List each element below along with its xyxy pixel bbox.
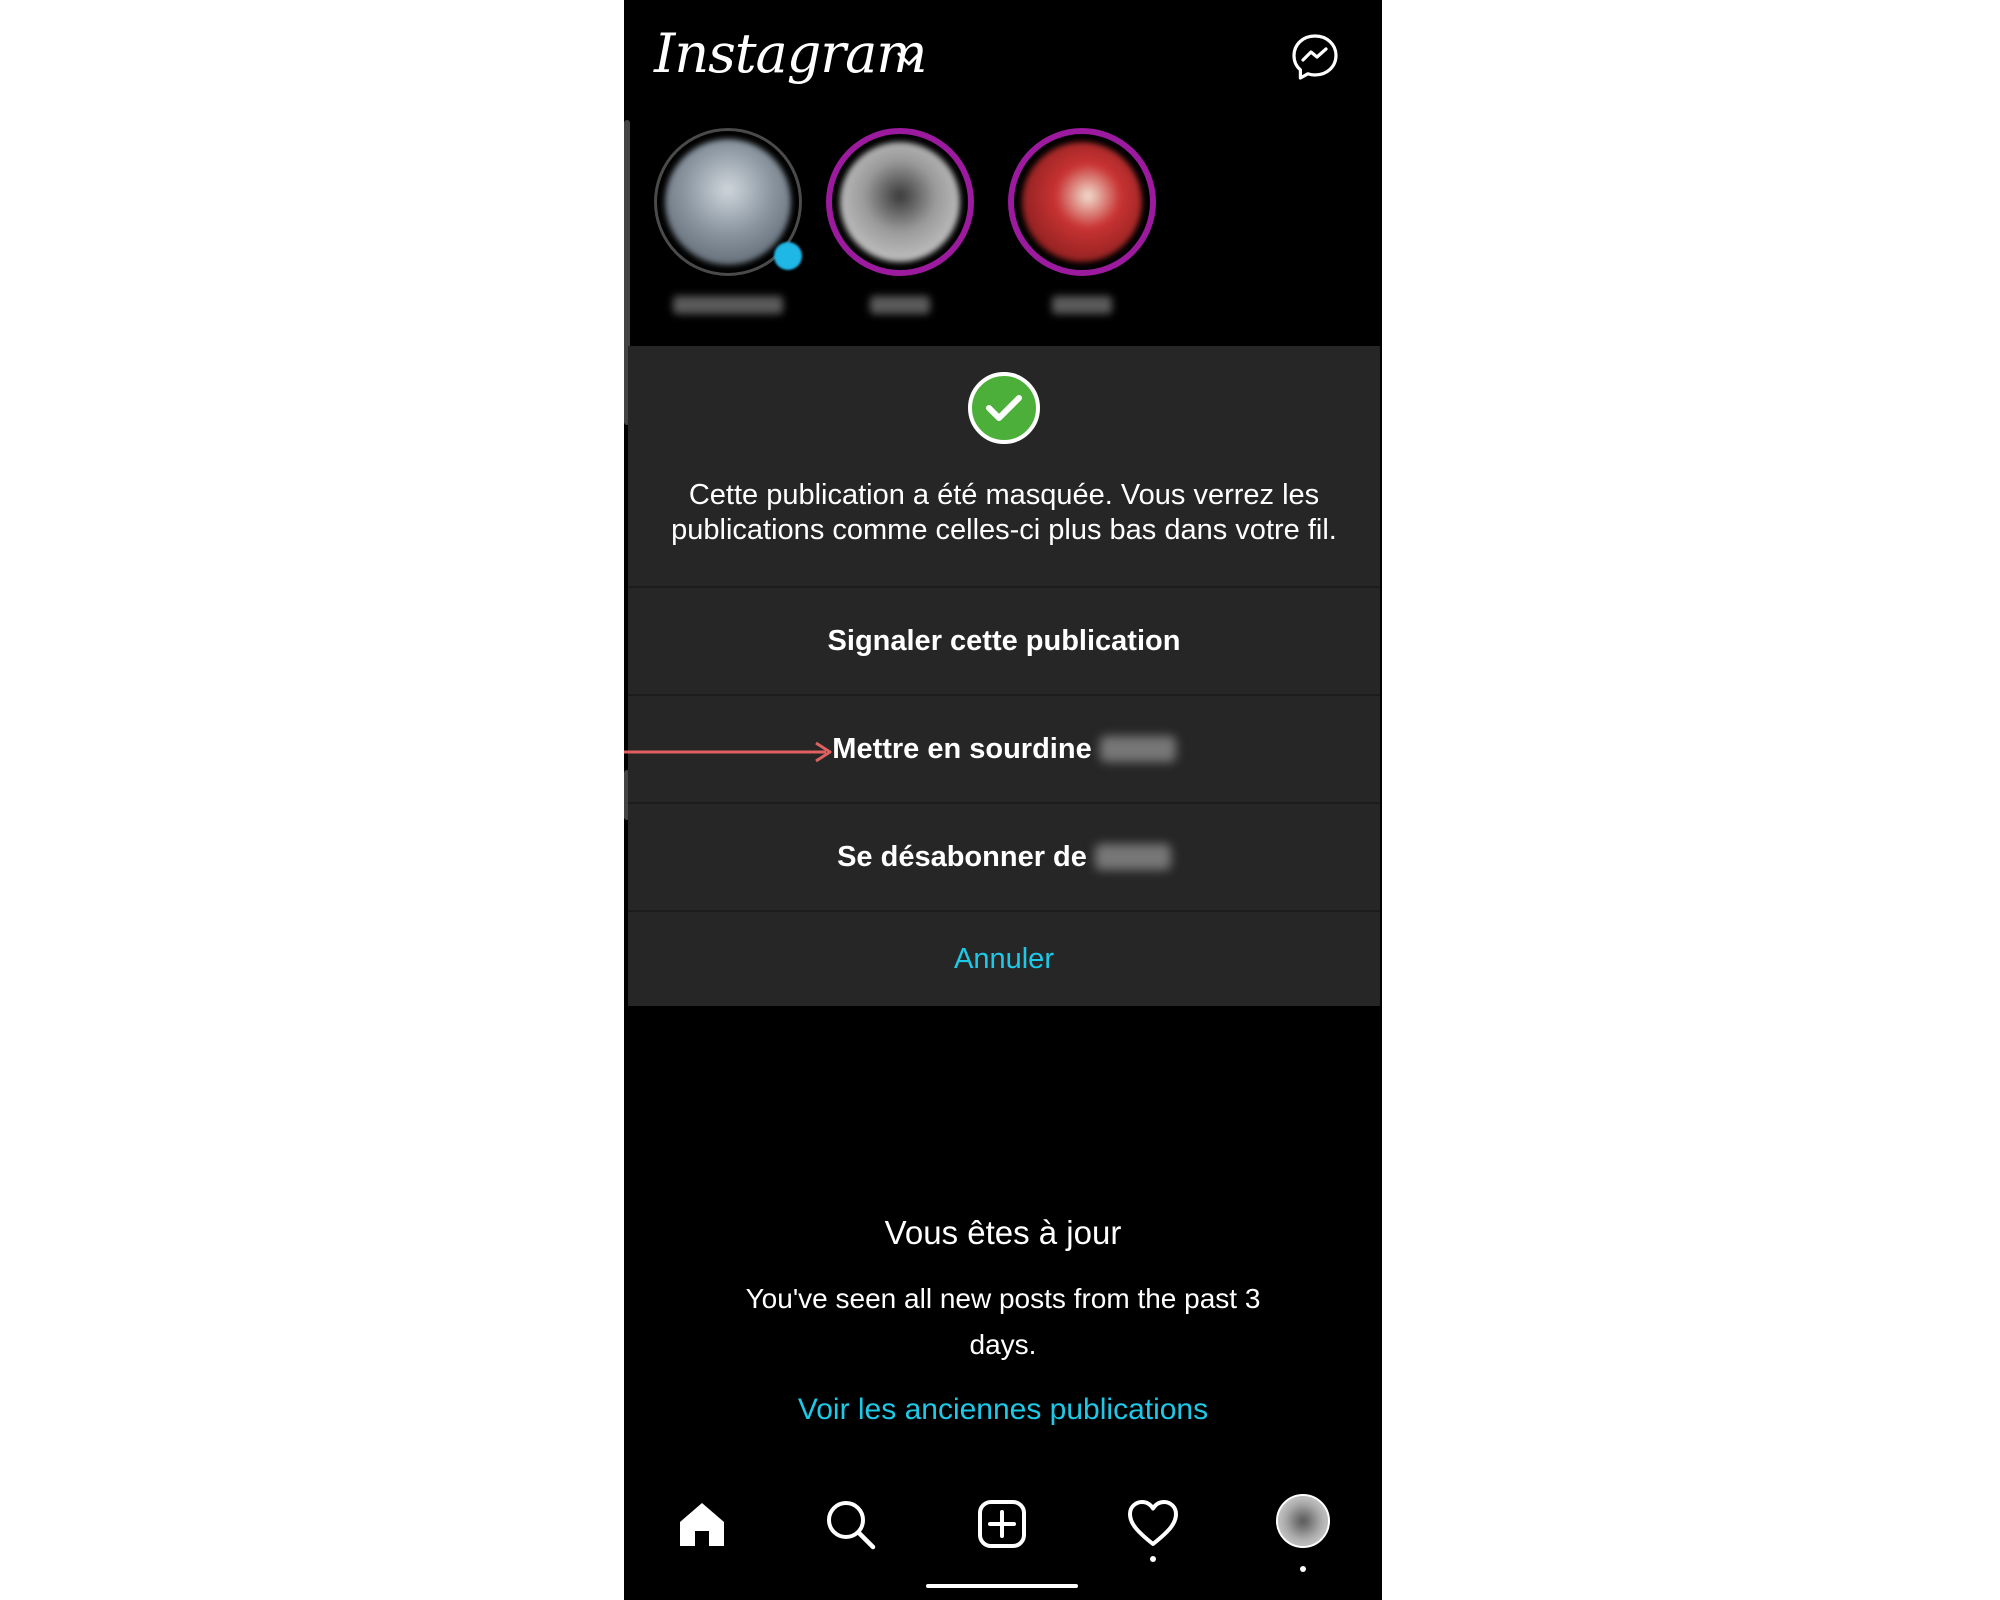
cancel-label: Annuler	[954, 942, 1054, 975]
messenger-icon[interactable]	[1290, 32, 1340, 82]
new-post-icon[interactable]	[976, 1498, 1028, 1550]
story-ring	[826, 128, 974, 276]
story-username-blurred	[870, 296, 930, 314]
story-item[interactable]	[1002, 128, 1162, 314]
cancel-button[interactable]: Annuler	[628, 910, 1380, 1006]
checkmark-icon	[968, 372, 1040, 444]
mute-label: Mettre en sourdine	[832, 732, 1092, 765]
unfollow-label: Se désabonner de	[837, 840, 1087, 873]
activity-heart-icon[interactable]	[1126, 1498, 1180, 1548]
story-avatar	[665, 139, 791, 265]
story-username-blurred	[1052, 296, 1112, 314]
older-posts-link[interactable]: Voir les anciennes publications	[624, 1393, 1382, 1427]
profile-indicator-dot	[1300, 1566, 1306, 1572]
story-own[interactable]	[648, 128, 808, 314]
annotation-arrow-icon	[624, 741, 832, 763]
story-username-blurred	[673, 296, 783, 314]
unfollow-button[interactable]: Se désabonner de	[628, 802, 1380, 910]
chevron-down-icon[interactable]	[896, 50, 922, 68]
username-blurred	[1094, 844, 1171, 870]
bottom-nav	[624, 1480, 1382, 1600]
story-avatar	[840, 142, 960, 262]
activity-indicator-dot	[1150, 1556, 1156, 1562]
hidden-post-dialog: Cette publication a été masquée. Vous ve…	[628, 346, 1380, 1006]
story-ring	[1008, 128, 1156, 276]
story-item[interactable]	[820, 128, 980, 314]
report-post-label: Signaler cette publication	[827, 624, 1181, 657]
instagram-logo[interactable]: Instagram	[654, 22, 927, 85]
caught-up-subtitle: You've seen all new posts from the past …	[745, 1283, 1261, 1360]
username-blurred	[1099, 736, 1176, 762]
profile-avatar[interactable]	[1276, 1494, 1330, 1548]
home-indicator-bar	[926, 1584, 1078, 1588]
add-story-badge[interactable]	[774, 242, 802, 270]
report-post-button[interactable]: Signaler cette publication	[628, 586, 1380, 694]
story-avatar	[1022, 142, 1142, 262]
caught-up-title: Vous êtes à jour	[884, 1214, 1122, 1251]
home-icon[interactable]	[676, 1498, 728, 1550]
search-icon[interactable]	[824, 1498, 878, 1552]
phone-screen: Instagram Cette publication a été masqué…	[624, 0, 1382, 1600]
hidden-post-message: Cette publication a été masquée. Vous ve…	[671, 479, 1337, 546]
